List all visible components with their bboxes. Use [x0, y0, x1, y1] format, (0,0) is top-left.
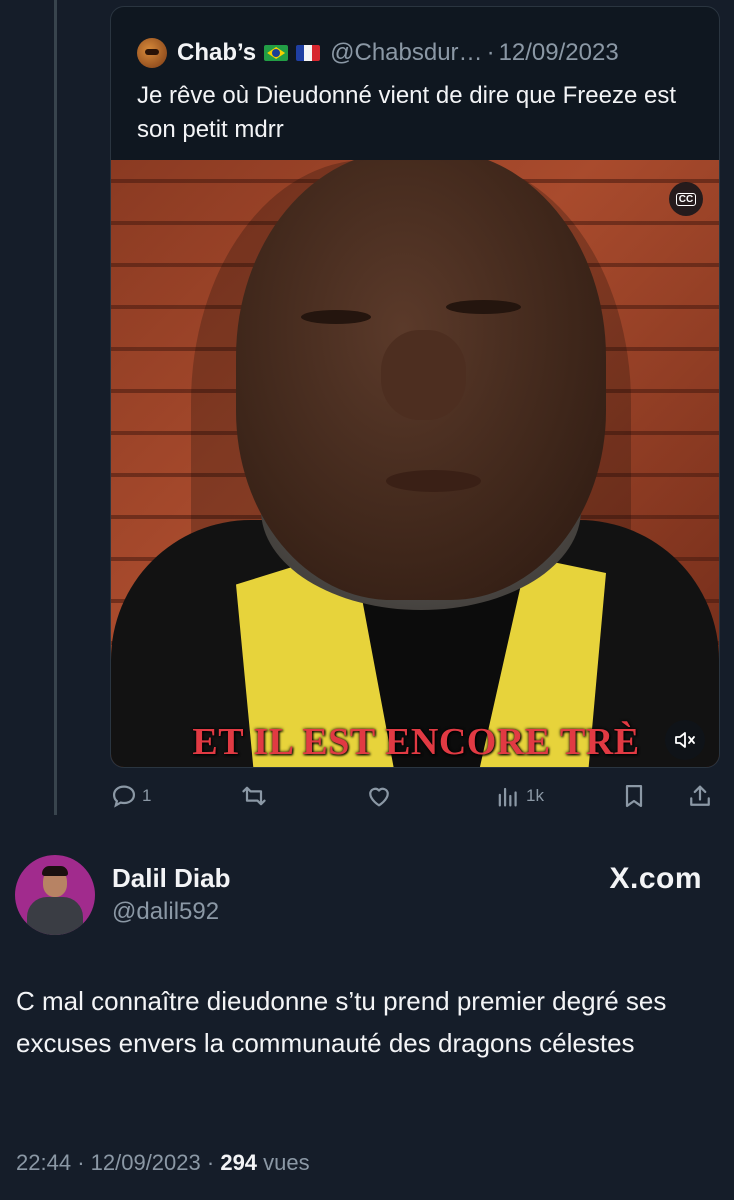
retweet-icon — [242, 786, 266, 806]
quoted-tweet-date[interactable]: 12/09/2023 — [499, 39, 619, 67]
tweet-metadata: 22:44 · 12/09/2023 · 294 vues — [16, 1150, 310, 1176]
video-frame-nose — [381, 330, 466, 420]
tweet-views-count: 294 — [220, 1150, 258, 1175]
thread-connector-line — [54, 0, 57, 815]
video-frame-mouth — [386, 470, 481, 492]
author-avatar[interactable] — [15, 855, 95, 935]
avatar-hair — [42, 866, 68, 876]
tweet-date[interactable]: 12/09/2023 — [91, 1150, 201, 1175]
quoted-tweet-header: Chab’s @Chabsdur… · 12/09/2023 — [137, 33, 619, 73]
quoted-author-avatar[interactable] — [137, 38, 167, 68]
avatar-body — [27, 897, 83, 935]
quoted-author-name[interactable]: Chab’s — [177, 39, 256, 67]
video-caption-overlay: ET IL EST ENCORE TRÈ — [192, 721, 640, 763]
views-count: 1k — [526, 786, 544, 805]
analytics-icon — [498, 787, 517, 807]
retweet-button[interactable] — [240, 778, 268, 814]
author-handle[interactable]: @dalil592 — [112, 898, 219, 926]
tweet-text: C mal connaître dieudonne s’tu prend pre… — [16, 986, 667, 1058]
closed-captions-icon: CC — [675, 192, 697, 206]
speaker-muted-icon — [675, 732, 695, 748]
heart-icon — [369, 787, 389, 807]
separator-dot: · — [486, 39, 495, 66]
author-name[interactable]: Dalil Diab — [112, 863, 230, 894]
reply-button[interactable]: 1 — [110, 778, 151, 814]
video-player[interactable]: CC ET IL EST ENCORE TRÈ — [111, 160, 719, 767]
video-frame-eye-right — [446, 300, 521, 314]
separator-dot: · — [206, 1150, 215, 1175]
share-icon — [690, 785, 710, 806]
tweet-time[interactable]: 22:44 — [16, 1150, 71, 1175]
quoted-tweet-text: Je rêve où Dieudonné vient de dire que F… — [137, 82, 677, 143]
france-flag-icon — [296, 45, 321, 61]
like-button[interactable] — [365, 778, 393, 814]
quoted-author-handle[interactable]: @Chabsdur… — [330, 39, 482, 67]
separator-dot: · — [77, 1150, 85, 1175]
share-button[interactable] — [686, 778, 714, 814]
bookmark-icon — [625, 784, 643, 808]
closed-captions-button[interactable]: CC — [669, 182, 703, 216]
views-button[interactable]: 1k — [494, 778, 544, 814]
x-logo-badge: X.com — [609, 862, 702, 895]
tweet-views-label: vues — [263, 1150, 310, 1175]
brazil-flag-icon — [264, 45, 289, 61]
mute-toggle-button[interactable] — [665, 720, 705, 760]
bookmark-button[interactable] — [620, 778, 648, 814]
reply-icon — [112, 785, 136, 808]
quoted-tweet-card[interactable]: Chab’s @Chabsdur… · 12/09/2023 Je rêve o… — [110, 6, 720, 768]
video-frame-eye-left — [301, 310, 371, 324]
reply-count: 1 — [142, 786, 152, 805]
tweet-action-bar: 1 1k — [110, 778, 720, 814]
